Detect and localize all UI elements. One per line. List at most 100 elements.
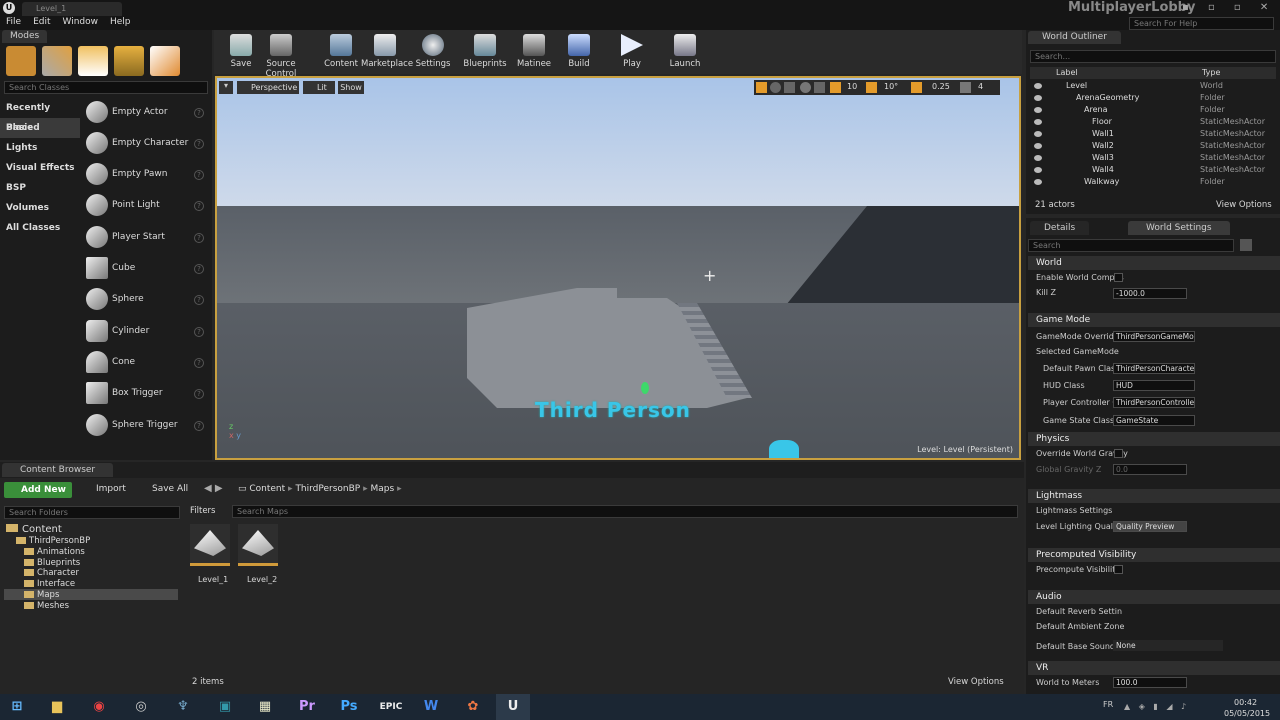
scale-icon[interactable] [784,82,795,93]
hud-class-select[interactable]: HUD [1113,380,1195,391]
paint-mode-icon[interactable] [42,46,72,76]
player-controller-select[interactable]: ThirdPersonControlle [1113,397,1195,408]
place-mode-icon[interactable] [6,46,36,76]
world-outliner-tab[interactable]: World Outliner [1028,31,1121,44]
section-world[interactable]: World [1028,256,1280,270]
rotate-icon[interactable] [770,82,781,93]
visibility-eye-icon[interactable] [1034,143,1042,149]
asset-tile[interactable] [190,524,230,566]
category-visual-effects[interactable]: Visual Effects [0,158,80,178]
precompute-visibility-checkbox[interactable] [1114,565,1123,574]
category-volumes[interactable]: Volumes [0,198,80,218]
viewport[interactable]: Third Person + zx y Level: Level (Persis… [215,76,1021,460]
help-icon[interactable]: ? [194,358,204,368]
tree-thirdpersonbp[interactable]: ThirdPersonBP [16,536,90,546]
section-precomputed-visibility[interactable]: Precomputed Visibility [1028,548,1280,562]
mode-item[interactable]: Empty Character? [82,129,208,159]
category-all-classes[interactable]: All Classes [0,218,80,238]
menu-edit[interactable]: Edit [27,16,56,28]
back-arrow-icon[interactable]: ◀ ▶ [204,483,223,494]
language-indicator[interactable]: FR [1103,700,1113,709]
show-button[interactable]: Show [338,81,364,94]
build-button[interactable]: Build [556,32,602,72]
override-gravity-checkbox[interactable] [1114,449,1123,458]
perspective-button[interactable]: Perspective [237,81,299,94]
asset-tile[interactable] [238,524,278,566]
tree-maps[interactable]: Maps [24,590,59,600]
world-local-icon[interactable] [800,82,811,93]
visibility-eye-icon[interactable] [1034,83,1042,89]
app-taskbar-icon[interactable]: ▦ [248,694,282,720]
grid-snap-value[interactable]: 10 [847,82,857,91]
source-control-button[interactable]: Source Control [252,32,310,79]
help-icon[interactable]: ? [194,233,204,243]
tree-root-content[interactable]: Content [6,524,62,535]
content-browser-tab[interactable]: Content Browser [2,463,114,477]
help-icon[interactable]: ? [194,108,204,118]
outliner-view-options[interactable]: View Options [1216,200,1272,210]
play-button[interactable]: Play [609,32,655,72]
outliner-row[interactable]: ArenaGeometry Folder [1032,93,1272,105]
app-taskbar-icon[interactable]: ✿ [456,694,490,720]
mode-item[interactable]: Sphere Trigger? [82,411,208,441]
breadcrumb-maps[interactable]: Maps [371,484,395,494]
launch-button[interactable]: Launch [662,32,708,72]
menu-file[interactable]: File [0,16,27,28]
search-maps-input[interactable]: Search Maps [232,505,1018,518]
steam-taskbar-icon[interactable]: ◎ [124,694,158,720]
menu-window[interactable]: Window [57,16,105,28]
view-options-icon[interactable] [1240,239,1252,251]
category-bsp[interactable]: BSP [0,178,80,198]
mode-item[interactable]: Empty Pawn? [82,160,208,190]
breadcrumb-thirdpersonbp[interactable]: ThirdPersonBP [295,484,360,494]
premiere-taskbar-icon[interactable]: Pr [290,694,324,720]
global-gravity-input[interactable]: 0.0 [1113,464,1187,475]
foliage-mode-icon[interactable] [114,46,144,76]
tree-meshes[interactable]: Meshes [24,601,69,611]
camera-speed-value[interactable]: 4 [978,82,983,91]
help-icon[interactable]: ? [194,295,204,305]
section-lightmass[interactable]: Lightmass [1028,489,1280,503]
outliner-row[interactable]: Walkway Folder [1032,177,1272,189]
clock-time[interactable]: 00:42 [1234,698,1257,707]
marketplace-button[interactable]: Marketplace [361,32,413,72]
column-label[interactable]: Label [1056,68,1078,77]
mode-item[interactable]: Player Start? [82,223,208,253]
content-button[interactable]: Content [318,32,364,72]
clock-date[interactable]: 05/05/2015 [1224,709,1270,718]
grid-snap-icon[interactable] [830,82,841,93]
menu-help[interactable]: Help [104,16,137,28]
filters-button[interactable]: Filters [190,506,215,516]
content-view-options[interactable]: View Options [948,677,1004,687]
word-taskbar-icon[interactable]: W [414,694,448,720]
level-tab[interactable]: Level_1 [22,2,122,16]
explorer-taskbar-icon[interactable]: ▆ [40,694,74,720]
outliner-row[interactable]: Floor StaticMeshActor [1032,117,1272,129]
landscape-mode-icon[interactable] [78,46,108,76]
rotation-snap-icon[interactable] [866,82,877,93]
rotation-snap-value[interactable]: 10° [884,82,898,91]
outliner-row[interactable]: Wall4 StaticMeshActor [1032,165,1272,177]
surface-snap-icon[interactable] [814,82,825,93]
modes-tab[interactable]: Modes [2,30,48,43]
enable-world-composition-checkbox[interactable] [1114,273,1123,282]
app-taskbar-icon[interactable]: ♆ [166,694,200,720]
app-taskbar-icon[interactable]: ▣ [208,694,242,720]
geometry-mode-icon[interactable] [150,46,180,76]
viewport-options-button[interactable]: ▾ [219,81,233,94]
lit-button[interactable]: Lit [303,81,335,94]
visibility-eye-icon[interactable] [1034,179,1042,185]
add-new-button[interactable]: Add New [4,482,72,498]
help-icon[interactable]: ? [194,389,204,399]
category-recently-placed[interactable]: Recently Placed [0,98,80,133]
mode-item[interactable]: Box Trigger? [82,379,208,409]
mode-item[interactable]: Cube? [82,254,208,284]
camera-speed-icon[interactable] [960,82,971,93]
mode-item[interactable]: Cone? [82,348,208,378]
search-folders-input[interactable]: Search Folders [4,506,180,519]
outliner-row[interactable]: Wall2 StaticMeshActor [1032,141,1272,153]
world-settings-tab[interactable]: World Settings [1128,221,1230,235]
outliner-row[interactable]: Wall1 StaticMeshActor [1032,129,1272,141]
chrome-taskbar-icon[interactable]: ◉ [82,694,116,720]
column-type[interactable]: Type [1202,68,1220,77]
